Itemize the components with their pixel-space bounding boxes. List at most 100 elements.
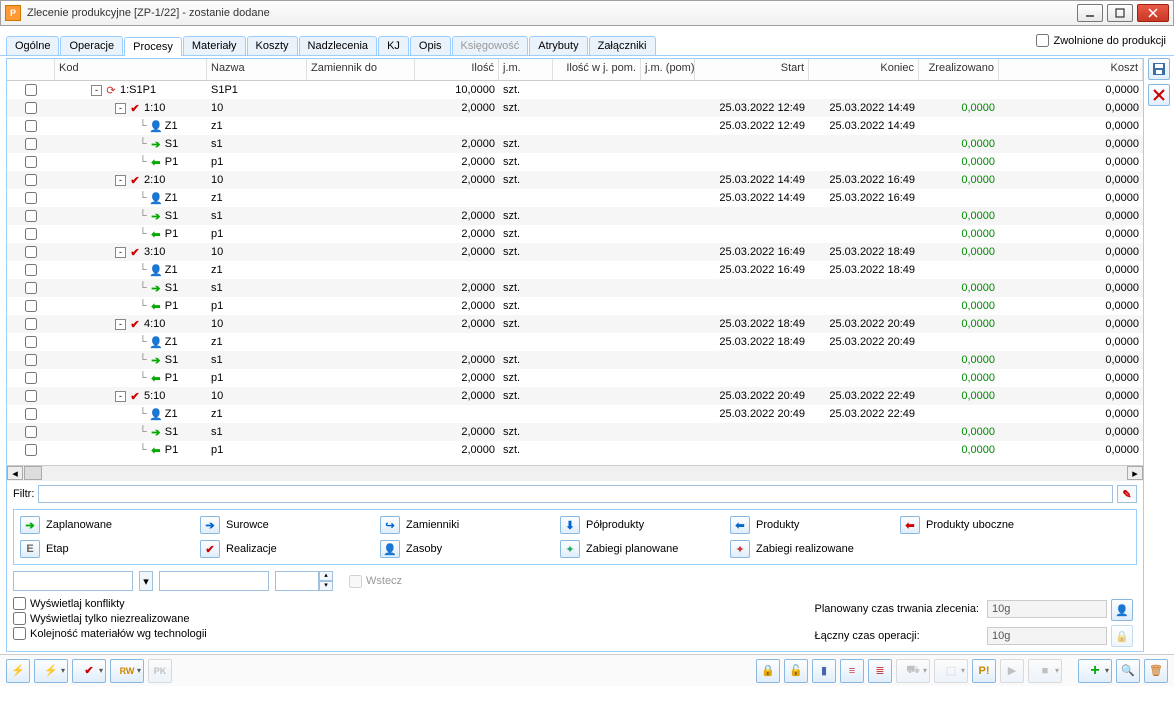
- delete-button[interactable]: 🗑: [1144, 659, 1168, 683]
- horizontal-scrollbar[interactable]: ◂ ▸: [7, 465, 1143, 481]
- col-nazwa[interactable]: Nazwa: [207, 59, 307, 80]
- realize-split-button[interactable]: ✔: [72, 659, 106, 683]
- plan-time-input[interactable]: - - : - -: [275, 571, 319, 591]
- row-checkbox[interactable]: [25, 426, 37, 438]
- row-checkbox[interactable]: [25, 264, 37, 276]
- grid-row[interactable]: └⬅P1p12,0000szt.0,00000,0000: [7, 369, 1143, 387]
- grid-row[interactable]: └⬅P1p12,0000szt.0,00000,0000: [7, 225, 1143, 243]
- grid-row[interactable]: └👤Z1z125.03.2022 12:4925.03.2022 14:490,…: [7, 117, 1143, 135]
- filter-input[interactable]: [38, 485, 1113, 503]
- time-spin-down[interactable]: ▾: [319, 581, 333, 591]
- row-checkbox[interactable]: [25, 192, 37, 204]
- doc-button[interactable]: ▮: [812, 659, 836, 683]
- row-checkbox[interactable]: [25, 372, 37, 384]
- warn-button[interactable]: P!: [972, 659, 996, 683]
- tree-toggle[interactable]: -: [115, 319, 126, 330]
- rw-split-button[interactable]: RW: [110, 659, 144, 683]
- tab-ogólne[interactable]: Ogólne: [6, 36, 59, 55]
- col-koszt[interactable]: Koszt: [999, 59, 1143, 80]
- row-checkbox[interactable]: [25, 120, 37, 132]
- tab-procesy[interactable]: Procesy: [124, 37, 182, 56]
- row-checkbox[interactable]: [25, 444, 37, 456]
- bolt-split-button[interactable]: ⚡: [34, 659, 68, 683]
- row-checkbox[interactable]: [25, 174, 37, 186]
- row-checkbox[interactable]: [25, 84, 37, 96]
- row-checkbox[interactable]: [25, 156, 37, 168]
- grid-row[interactable]: -✔5:10102,0000szt.25.03.2022 20:4925.03.…: [7, 387, 1143, 405]
- lock-open-button[interactable]: 🔓: [784, 659, 808, 683]
- tab-koszty[interactable]: Koszty: [247, 36, 298, 55]
- col-koniec[interactable]: Koniec: [809, 59, 919, 80]
- row-checkbox[interactable]: [25, 282, 37, 294]
- grid-row[interactable]: └⬅P1p12,0000szt.0,00000,0000: [7, 441, 1143, 459]
- tree-toggle[interactable]: -: [91, 85, 102, 96]
- grid-row[interactable]: └➔S1s12,0000szt.0,00000,0000: [7, 279, 1143, 297]
- tab-atrybuty[interactable]: Atrybuty: [529, 36, 587, 55]
- tab-kj[interactable]: KJ: [378, 36, 409, 55]
- col-ilosc-pom[interactable]: Ilość w j. pom.: [553, 59, 641, 80]
- col-start[interactable]: Start: [695, 59, 809, 80]
- row-checkbox[interactable]: [25, 354, 37, 366]
- show-unrealized-checkbox[interactable]: [13, 612, 26, 625]
- grid-row[interactable]: └⬅P1p12,0000szt.0,00000,0000: [7, 297, 1143, 315]
- tab-materiały[interactable]: Materiały: [183, 36, 246, 55]
- scroll-right-button[interactable]: ▸: [1127, 466, 1143, 480]
- row-checkbox[interactable]: [25, 210, 37, 222]
- grid-row[interactable]: -✔1:10102,0000szt.25.03.2022 12:4925.03.…: [7, 99, 1143, 117]
- close-button[interactable]: [1137, 4, 1169, 22]
- grid-row[interactable]: └👤Z1z125.03.2022 16:4925.03.2022 18:490,…: [7, 261, 1143, 279]
- grid-row[interactable]: └👤Z1z125.03.2022 20:4925.03.2022 22:490,…: [7, 405, 1143, 423]
- grid-row[interactable]: └➔S1s12,0000szt.0,00000,0000: [7, 135, 1143, 153]
- grid-row[interactable]: └➔S1s12,0000szt.0,00000,0000: [7, 351, 1143, 369]
- maximize-button[interactable]: [1107, 4, 1133, 22]
- add-split-button[interactable]: +: [1078, 659, 1112, 683]
- grid-row[interactable]: └➔S1s12,0000szt.0,00000,0000: [7, 423, 1143, 441]
- lock-closed-button[interactable]: 🔒: [756, 659, 780, 683]
- tab-operacje[interactable]: Operacje: [60, 36, 123, 55]
- tree-toggle[interactable]: -: [115, 391, 126, 402]
- grid-body[interactable]: -⟳1:S1P1S1P110,0000szt.0,0000-✔1:10102,0…: [7, 81, 1143, 465]
- filter-toggle-button[interactable]: ✎: [1117, 485, 1137, 503]
- plan-mode-dropdown[interactable]: ▾: [139, 571, 153, 591]
- grid-row[interactable]: -✔3:10102,0000szt.25.03.2022 16:4925.03.…: [7, 243, 1143, 261]
- plan-from-input[interactable]: Planuj od teraz: [159, 571, 269, 591]
- col-zamiennik[interactable]: Zamiennik do: [307, 59, 415, 80]
- time-spin-up[interactable]: ▴: [319, 571, 333, 581]
- tab-opis[interactable]: Opis: [410, 36, 451, 55]
- grid-row[interactable]: └⬅P1p12,0000szt.0,00000,0000: [7, 153, 1143, 171]
- grid-row[interactable]: └👤Z1z125.03.2022 14:4925.03.2022 16:490,…: [7, 189, 1143, 207]
- scroll-left-button[interactable]: ◂: [7, 466, 23, 480]
- bolt-button[interactable]: ⚡: [6, 659, 30, 683]
- row-checkbox[interactable]: [25, 102, 37, 114]
- col-jm-pom[interactable]: j.m. (pom): [641, 59, 695, 80]
- col-kod[interactable]: Kod: [55, 59, 207, 80]
- grid-row[interactable]: └➔S1s12,0000szt.0,00000,0000: [7, 207, 1143, 225]
- row-checkbox[interactable]: [25, 138, 37, 150]
- tree-toggle[interactable]: -: [115, 247, 126, 258]
- release-checkbox[interactable]: [1036, 34, 1049, 47]
- row-checkbox[interactable]: [25, 336, 37, 348]
- tab-nadzlecenia[interactable]: Nadzlecenia: [299, 36, 378, 55]
- col-zrealizowano[interactable]: Zrealizowano: [919, 59, 999, 80]
- side-person-button[interactable]: 👤: [1111, 599, 1133, 621]
- side-close-button[interactable]: [1148, 84, 1170, 106]
- list-button-1[interactable]: ≡: [840, 659, 864, 683]
- row-checkbox[interactable]: [25, 390, 37, 402]
- row-checkbox[interactable]: [25, 318, 37, 330]
- save-button[interactable]: [1148, 58, 1170, 80]
- tree-toggle[interactable]: -: [115, 175, 126, 186]
- material-order-checkbox[interactable]: [13, 627, 26, 640]
- grid-row[interactable]: -✔2:10102,0000szt.25.03.2022 14:4925.03.…: [7, 171, 1143, 189]
- plan-mode-select[interactable]: Planować od: [13, 571, 133, 591]
- row-checkbox[interactable]: [25, 228, 37, 240]
- col-jm[interactable]: j.m.: [499, 59, 553, 80]
- row-checkbox[interactable]: [25, 300, 37, 312]
- grid-row[interactable]: -⟳1:S1P1S1P110,0000szt.0,0000: [7, 81, 1143, 99]
- row-checkbox[interactable]: [25, 246, 37, 258]
- scroll-thumb[interactable]: [24, 466, 42, 480]
- row-checkbox[interactable]: [25, 408, 37, 420]
- tree-toggle[interactable]: -: [115, 103, 126, 114]
- grid-row[interactable]: └👤Z1z125.03.2022 18:4925.03.2022 20:490,…: [7, 333, 1143, 351]
- grid-row[interactable]: -✔4:10102,0000szt.25.03.2022 18:4925.03.…: [7, 315, 1143, 333]
- list-button-2[interactable]: ≣: [868, 659, 892, 683]
